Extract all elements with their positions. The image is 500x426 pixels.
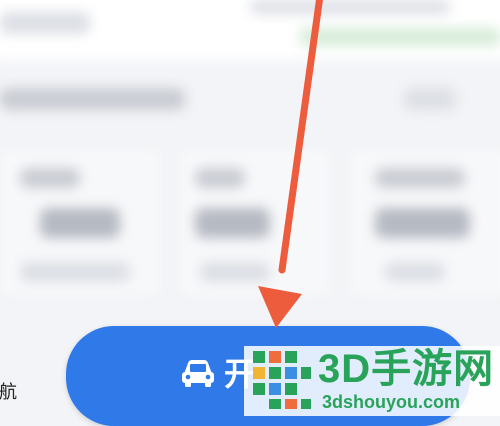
arrow-shaft bbox=[278, 0, 323, 274]
arrow-head bbox=[258, 286, 302, 328]
watermark-title: 3D手游网 bbox=[318, 347, 495, 391]
watermark-url: 3dshouyou.com bbox=[322, 392, 461, 412]
watermark-logo-icon bbox=[253, 351, 311, 409]
